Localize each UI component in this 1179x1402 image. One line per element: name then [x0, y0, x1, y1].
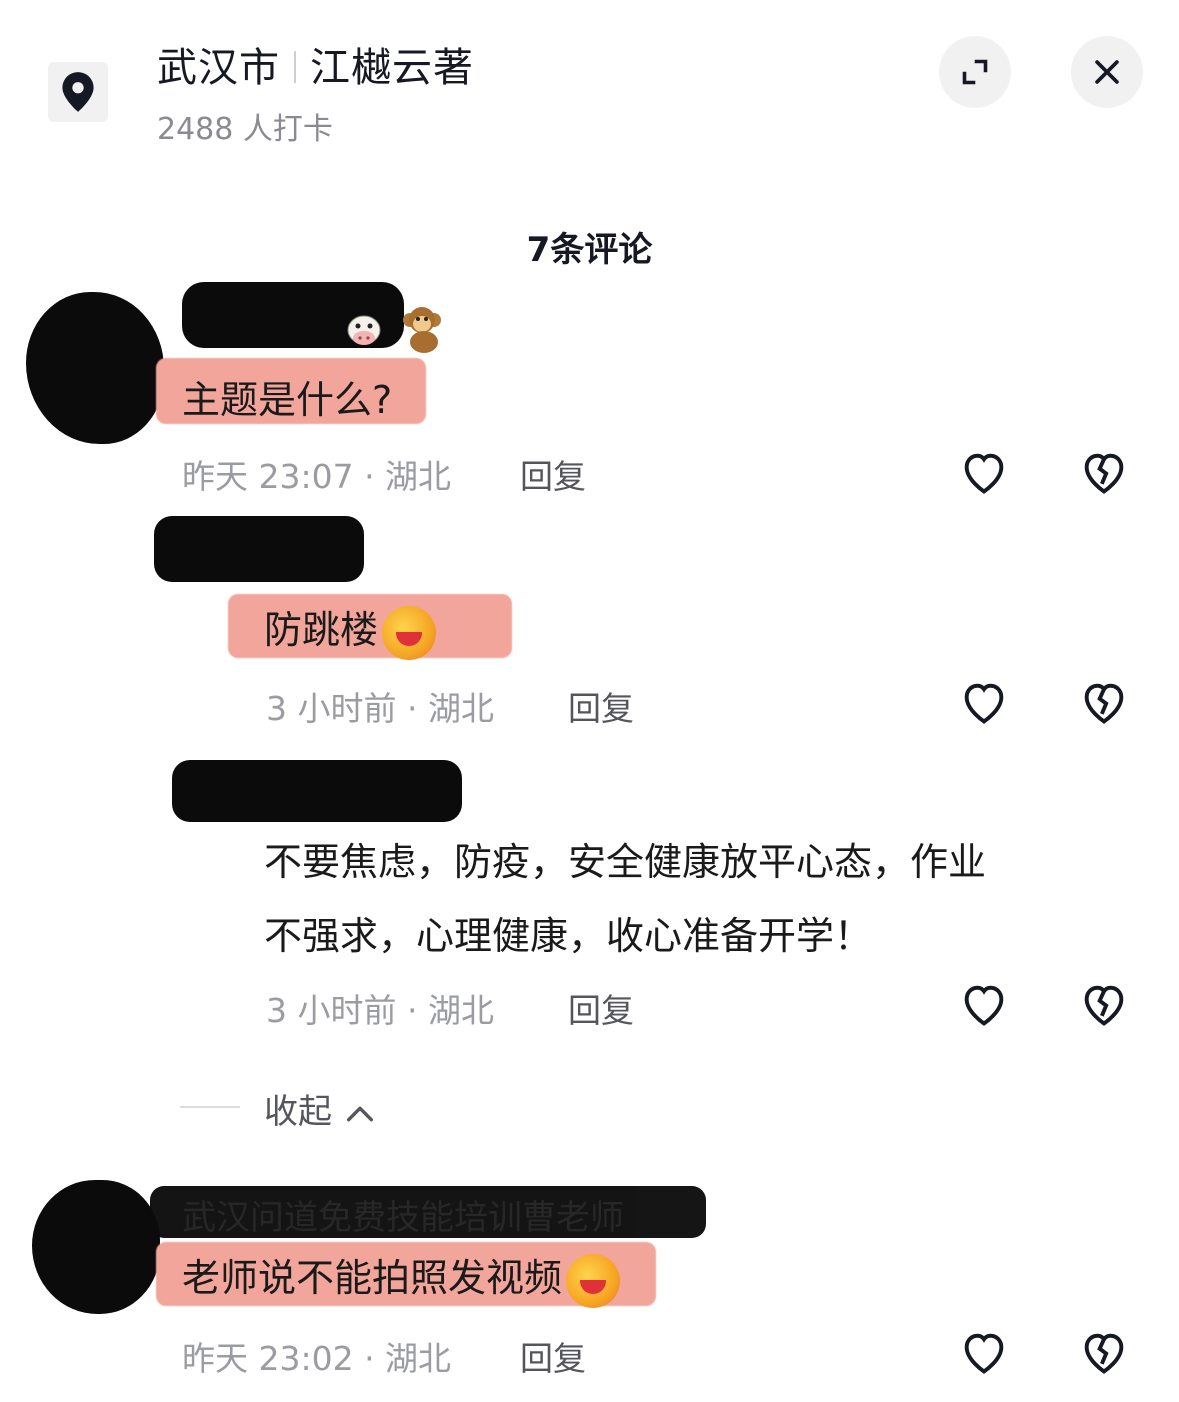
avatar-redacted[interactable] — [32, 1180, 160, 1314]
broken-heart-icon[interactable] — [1078, 1326, 1130, 1378]
facepalm-laugh-emoji — [382, 605, 437, 660]
heart-icon[interactable] — [958, 446, 1010, 498]
title-divider — [294, 51, 296, 83]
expand-icon — [962, 59, 988, 85]
avatar-and-username-redacted[interactable] — [154, 516, 364, 582]
comment-meta: 昨天 23:02 · 湖北 — [182, 1339, 452, 1378]
username-obscured-text: 武汉问道免费技能培训曹老师 — [182, 1198, 624, 1238]
broken-heart-icon[interactable] — [1078, 446, 1130, 498]
comment-text-content: 防跳楼 — [264, 608, 379, 652]
comment-count: 7条评论 — [526, 230, 653, 270]
close-icon — [1095, 60, 1119, 84]
username-redacted[interactable]: 武汉问道免费技能培训曹老师 — [150, 1186, 706, 1238]
comment-meta: 3 小时前 · 湖北 — [266, 689, 494, 728]
collapse-divider — [180, 1106, 240, 1108]
monkey-emoji — [403, 307, 441, 353]
comment-text[interactable]: 主题是什么? — [182, 374, 392, 426]
comment-meta: 昨天 23:07 · 湖北 — [182, 457, 452, 496]
reply-button[interactable]: 回复 — [568, 984, 634, 1032]
comment-text[interactable]: 老师说不能拍照发视频 — [182, 1252, 621, 1308]
comment-meta: 3 小时前 · 湖北 — [266, 991, 494, 1030]
close-button[interactable] — [1071, 36, 1143, 108]
heart-icon[interactable] — [958, 676, 1010, 728]
location-pin-icon-box — [48, 62, 108, 122]
collapse-button[interactable]: 收起 — [264, 1084, 377, 1133]
chevron-up-icon — [346, 1106, 373, 1121]
comment-text-line1[interactable]: 不要焦虑，防疫，安全健康放平心态，作业 — [264, 836, 986, 888]
reply-button[interactable]: 回复 — [520, 1332, 586, 1380]
checkin-count: 2488 人打卡 — [157, 112, 333, 147]
broken-heart-icon[interactable] — [1078, 676, 1130, 728]
location-title[interactable]: 武汉市 江樾云著 — [157, 40, 474, 96]
heart-icon[interactable] — [958, 1326, 1010, 1378]
comment-text-content: 老师说不能拍照发视频 — [182, 1256, 563, 1300]
expand-button[interactable] — [939, 36, 1011, 108]
heart-icon[interactable] — [958, 978, 1010, 1030]
comment-text-line2[interactable]: 不强求，心理健康，收心准备开学！ — [264, 910, 872, 962]
reply-button[interactable]: 回复 — [520, 450, 586, 498]
cow-emoji — [347, 315, 381, 345]
location-pin-icon — [62, 72, 94, 112]
reply-button[interactable]: 回复 — [568, 682, 634, 730]
place-name: 江樾云著 — [310, 45, 474, 91]
comment-text[interactable]: 防跳楼 — [264, 604, 437, 660]
broken-heart-icon[interactable] — [1078, 978, 1130, 1030]
city-name: 武汉市 — [157, 45, 280, 91]
collapse-label: 收起 — [264, 1092, 332, 1132]
facepalm-laugh-emoji — [566, 1253, 621, 1308]
avatar-and-username-redacted[interactable] — [172, 760, 462, 822]
avatar-redacted[interactable] — [26, 292, 164, 444]
